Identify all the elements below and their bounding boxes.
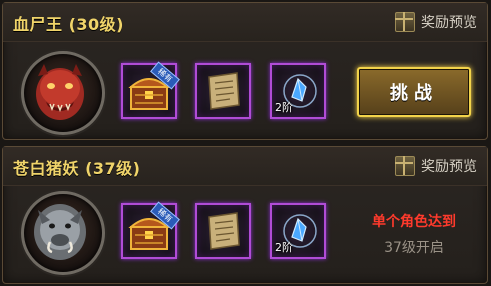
reward-preview-button[interactable]: 奖励预览 xyxy=(395,154,477,178)
boss-portrait[interactable] xyxy=(21,51,105,135)
pale-boar-demon-portrait xyxy=(34,204,86,260)
scroll-icon xyxy=(208,72,240,110)
unlock-requirement-line2: 37级开启 xyxy=(384,240,444,256)
boss-panel-pale-boar-demon: 苍白猪妖 (37级) 奖励预览 稀有 2阶 单个角色达到 37级开启 xyxy=(2,146,488,284)
reward-slot-chest[interactable]: 稀有 xyxy=(121,201,180,259)
scroll-icon xyxy=(208,212,240,250)
gift-icon xyxy=(395,12,415,32)
reward-slot-scroll[interactable] xyxy=(195,63,251,119)
challenge-button[interactable]: 挑战 xyxy=(357,67,471,117)
reward-preview-label: 奖励预览 xyxy=(421,159,477,175)
red-zombie-king-portrait xyxy=(36,64,84,120)
boss-panel-header: 苍白猪妖 (37级) 奖励预览 xyxy=(3,147,487,186)
boss-list: 血尸王 (30级) 奖励预览 稀有 2阶 挑战 苍白猪妖 (37级) 奖励预览 … xyxy=(0,0,491,286)
reward-preview-label: 奖励预览 xyxy=(421,15,477,31)
boss-title: 苍白猪妖 (37级) xyxy=(13,159,141,178)
boss-panel-blood-zombie-king: 血尸王 (30级) 奖励预览 稀有 2阶 挑战 xyxy=(2,2,488,140)
gift-icon xyxy=(395,156,415,176)
boss-title: 血尸王 (30级) xyxy=(13,15,124,34)
reward-preview-button[interactable]: 奖励预览 xyxy=(395,10,477,34)
reward-slot-chest[interactable]: 稀有 xyxy=(121,61,180,119)
reward-slot-crystal[interactable]: 2阶 xyxy=(270,63,326,119)
boss-panel-header: 血尸王 (30级) 奖励预览 xyxy=(3,3,487,42)
boss-portrait[interactable] xyxy=(21,191,105,275)
reward-slot-scroll[interactable] xyxy=(195,203,251,259)
tier-label: 2阶 xyxy=(275,101,293,114)
tier-label: 2阶 xyxy=(275,241,293,254)
unlock-requirement-line1: 单个角色达到 xyxy=(372,214,456,230)
reward-slot-crystal[interactable]: 2阶 xyxy=(270,203,326,259)
unlock-requirement: 单个角色达到 37级开启 xyxy=(359,211,469,257)
